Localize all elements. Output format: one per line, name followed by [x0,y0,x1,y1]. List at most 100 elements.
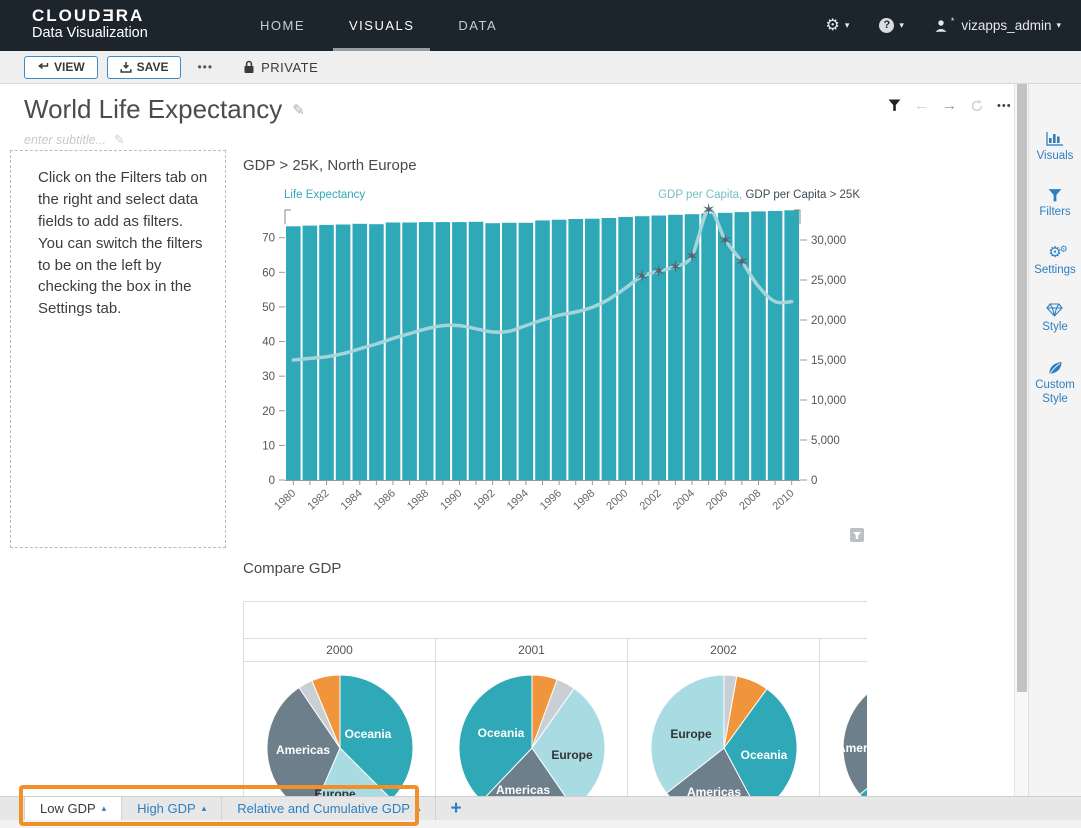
svg-text:1994: 1994 [505,487,531,512]
svg-text:60: 60 [262,267,275,279]
lock-icon [243,60,255,74]
sidebar-item-filters[interactable]: Filters [1039,189,1070,219]
more-options-button[interactable]: ••• [997,100,1012,112]
chevron-down-icon: ▾ [845,20,850,31]
svg-text:2008: 2008 [737,487,763,512]
unsaved-marker: * [951,16,955,26]
pie-chart-2002[interactable]: OceaniaAmericasEurope [639,663,809,796]
leaf-icon [1047,361,1063,375]
svg-text:1988: 1988 [405,487,431,512]
svg-text:Oceania: Oceania [345,727,392,741]
svg-text:2006: 2006 [704,487,730,512]
svg-text:Americas: Americas [837,741,867,755]
dashboard-canvas: World Life Expectancy ✎ ← → ••• enter su… [0,84,1014,796]
pie-chart-2001[interactable]: EuropeAmericasOceania [447,663,617,796]
column-divider [627,662,628,796]
year-header: 2001 [436,639,628,661]
dashboard-title-row: World Life Expectancy ✎ [24,94,305,125]
svg-text:✶: ✶ [702,201,716,220]
subtitle-placeholder[interactable]: enter subtitle... [24,133,106,147]
sidebar-item-settings[interactable]: ⚙⚙ Settings [1034,246,1076,277]
svg-text:1992: 1992 [471,487,497,512]
edit-subtitle-icon[interactable]: ✎ [114,132,125,148]
table-header-row [244,602,867,639]
svg-text:1980: 1980 [272,487,298,512]
svg-text:✶: ✶ [735,253,749,272]
compare-gdp-title: Compare GDP [243,560,341,577]
compare-gdp-table: 2000 2001 2002 2003 OceaniaEuropeAmerica… [243,601,867,796]
svg-text:20: 20 [262,406,275,418]
top-navbar: CLOUDƎRA Data Visualization HOME VISUALS… [0,0,1081,51]
page-title: World Life Expectancy [24,94,282,125]
svg-text:Americas: Americas [496,783,550,796]
svg-text:Americas: Americas [276,743,330,757]
save-button[interactable]: SAVE [107,56,182,79]
filter-icon[interactable] [888,99,901,112]
more-actions-button[interactable]: ••• [197,60,213,74]
vertical-scrollbar[interactable] [1014,84,1028,796]
dashboard-controls: ← → ••• [888,97,1012,114]
help-menu[interactable]: ? ▾ [879,18,904,33]
caret-up-icon[interactable]: ▴ [102,803,107,814]
back-arrow-icon [37,62,49,72]
pie-chart-2000[interactable]: OceaniaEuropeAmericas [255,663,425,796]
main-nav: HOME VISUALS DATA [260,0,497,51]
note-line: Click on the Filters tab on the right an… [38,167,212,233]
back-arrow-icon[interactable]: ← [914,97,929,114]
nav-visuals[interactable]: VISUALS [349,0,414,51]
username: vizapps_admin [961,18,1051,33]
add-sheet-button[interactable]: + [450,797,461,820]
cloudera-logo[interactable]: CLOUDƎRA Data Visualization [32,6,148,42]
user-menu[interactable]: * vizapps_admin ▾ [934,18,1061,33]
forward-arrow-icon[interactable]: → [942,97,957,114]
svg-text:1984: 1984 [339,487,365,512]
svg-text:20,000: 20,000 [811,315,846,327]
svg-text:Oceania: Oceania [741,748,788,762]
nav-data[interactable]: DATA [458,0,497,51]
edit-toolbar: VIEW SAVE ••• PRIVATE [0,51,1081,84]
diamond-icon [1046,303,1063,317]
brand-product: Data Visualization [32,25,148,42]
svg-text:40: 40 [262,337,275,349]
year-header: 2003 [820,639,867,661]
sidebar-item-style[interactable]: Style [1042,303,1068,334]
sidebar-item-custom-style[interactable]: Custom Style [1029,361,1081,407]
svg-text:1996: 1996 [538,487,564,512]
caret-up-icon[interactable]: ▴ [202,803,207,814]
view-button[interactable]: VIEW [24,56,98,79]
chevron-down-icon: ▾ [1056,20,1061,31]
caret-up-icon[interactable]: ▴ [416,803,421,814]
app-window: CLOUDƎRA Data Visualization HOME VISUALS… [0,0,1081,828]
column-divider [819,662,820,796]
table-year-row: 2000 2001 2002 2003 [244,639,867,662]
gear-icon: ⚙ [825,18,839,34]
privacy-toggle[interactable]: PRIVATE [243,60,318,75]
svg-text:Oceania: Oceania [478,726,525,740]
sheet-tabbar: Low GDP ▴ High GDP ▴ Relative and Cumula… [0,796,1081,828]
svg-text:2010: 2010 [770,487,796,512]
tab-relative-cumulative-gdp[interactable]: Relative and Cumulative GDP ▴ [222,797,436,820]
sidebar-item-visuals[interactable]: Visuals [1037,132,1074,163]
nav-home[interactable]: HOME [260,0,305,51]
svg-text:10: 10 [262,440,275,452]
chevron-down-icon: ▾ [899,20,904,31]
edit-title-icon[interactable]: ✎ [292,101,305,119]
combo-chart[interactable]: 01020304050607005,00010,00015,00020,0002… [243,200,867,545]
bar-chart-icon [1046,132,1064,146]
subtitle-row: enter subtitle... ✎ [24,132,125,148]
scrollbar-thumb[interactable] [1017,84,1027,692]
pie-chart-row: OceaniaEuropeAmericasEuropeAmericasOcean… [244,662,867,796]
tab-high-gdp[interactable]: High GDP ▴ [122,797,222,820]
tab-low-gdp[interactable]: Low GDP ▴ [24,797,122,820]
filter-watermark-icon [850,528,864,542]
pie-chart-2003[interactable]: EuropeOceaniaAmericas [831,663,867,796]
year-header: 2002 [628,639,820,661]
svg-text:25,000: 25,000 [811,275,846,287]
right-sidebar: Visuals Filters ⚙⚙ Settings Style Custom… [1028,84,1081,796]
svg-text:2002: 2002 [638,487,664,512]
refresh-icon[interactable] [970,99,984,113]
svg-text:70: 70 [262,233,275,245]
settings-menu[interactable]: ⚙ ▾ [825,18,849,34]
svg-text:1982: 1982 [305,487,331,512]
filter-icon [1048,189,1062,202]
